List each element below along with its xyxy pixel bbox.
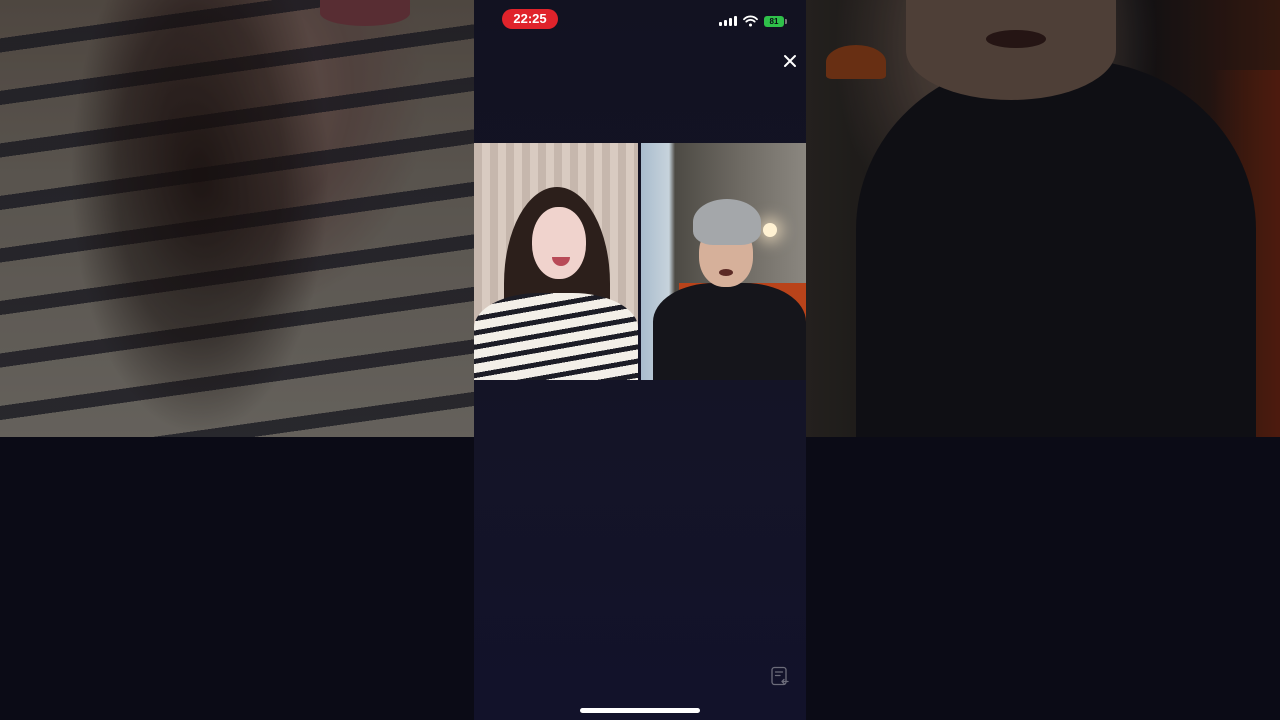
notes-button[interactable]: [770, 666, 790, 686]
wifi-icon: [743, 15, 758, 27]
woman-face: [532, 207, 586, 279]
status-icons: 81: [719, 14, 787, 28]
close-icon: [784, 55, 796, 67]
status-time: 22:25: [502, 9, 558, 29]
background-sweater: [856, 60, 1256, 437]
phone-screen: 22:25 81: [474, 0, 806, 720]
video-tile-woman[interactable]: [474, 143, 638, 380]
cellular-signal-icon: [719, 16, 737, 26]
man-black-sweater: [653, 283, 806, 380]
video-call-row: [474, 143, 806, 380]
close-button[interactable]: [780, 51, 800, 71]
woman-striped-sweater: [474, 293, 638, 380]
ceiling-lamp: [763, 223, 777, 237]
video-tile-man[interactable]: [641, 143, 806, 380]
battery-icon: 81: [764, 15, 787, 27]
man-silver-hair: [693, 199, 761, 245]
background-lips: [320, 0, 410, 26]
home-indicator[interactable]: [580, 708, 700, 713]
background-face: [906, 0, 1116, 100]
notes-icon: [771, 666, 789, 686]
screen: 22:25 81: [0, 0, 1280, 720]
background-video-right: [806, 0, 1280, 437]
background-video-left: [0, 0, 474, 437]
background-lamp: [826, 45, 886, 79]
background-hair: [70, 0, 330, 437]
man-mouth: [719, 269, 733, 276]
background-mouth: [986, 30, 1046, 48]
